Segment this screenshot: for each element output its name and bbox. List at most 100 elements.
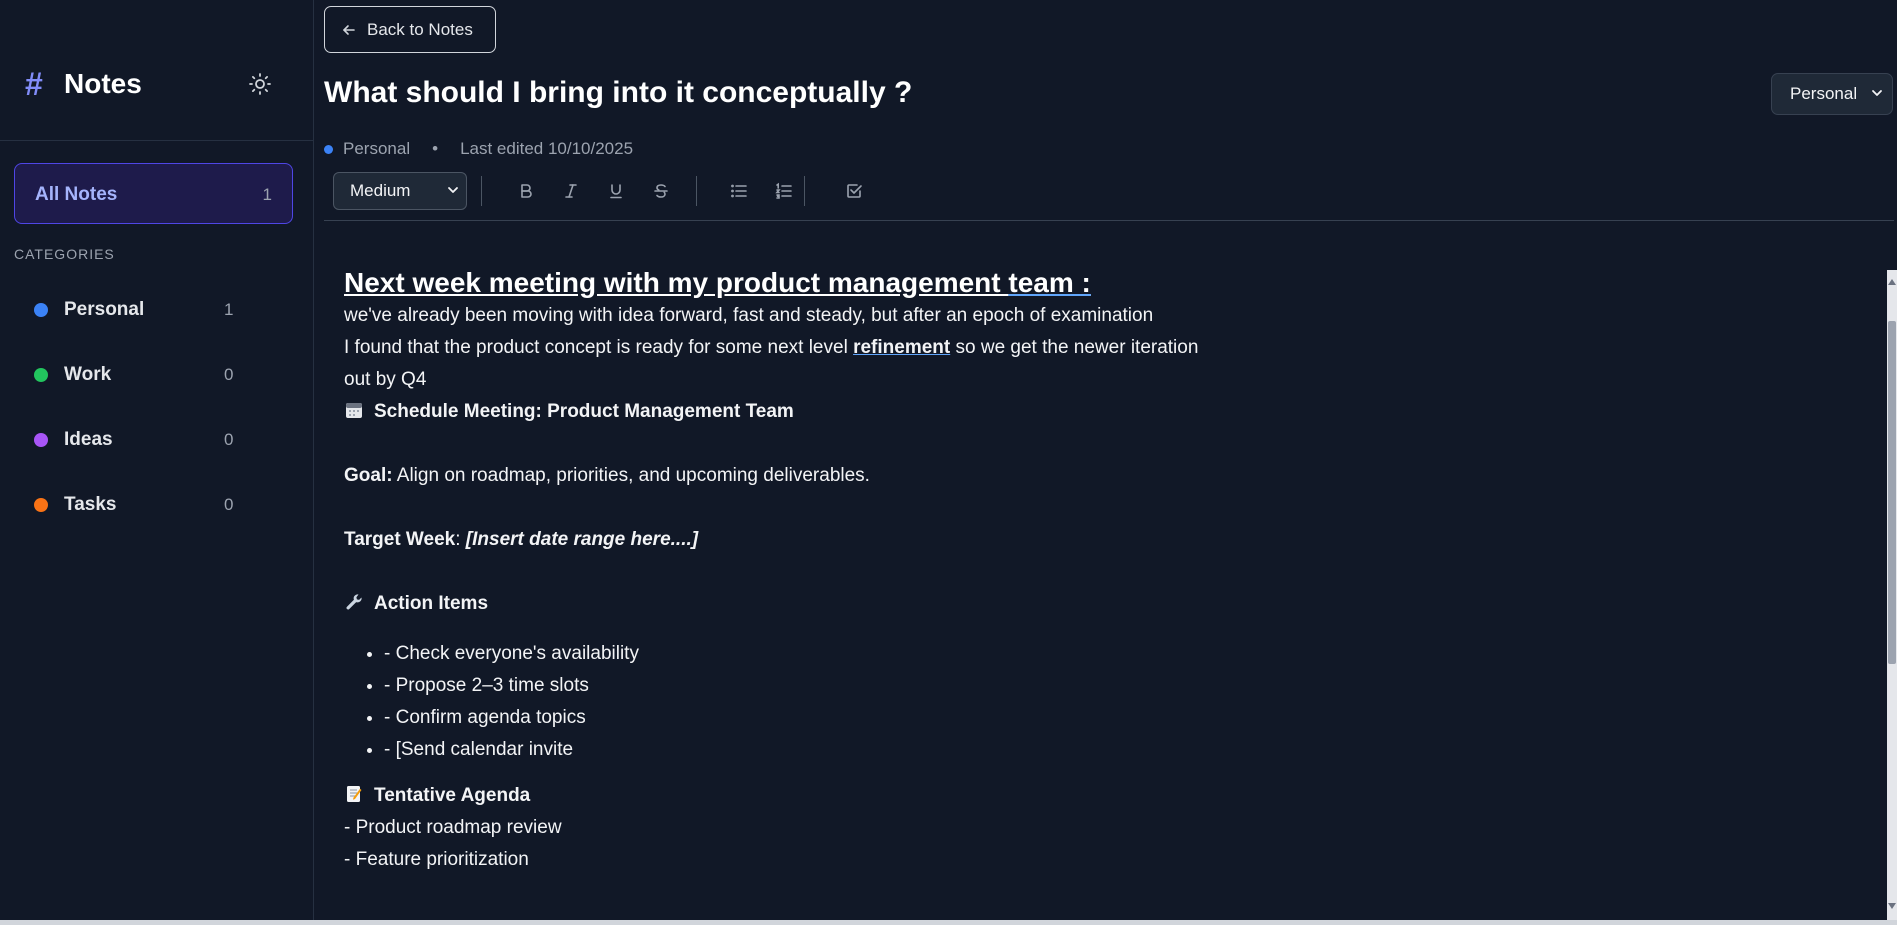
category-name: Personal bbox=[64, 299, 145, 320]
note-content-editor[interactable]: Next week meeting with my product manage… bbox=[324, 228, 1894, 920]
sun-icon bbox=[249, 73, 271, 95]
brand-header: # Notes bbox=[0, 0, 314, 141]
paragraph: out by Q4 bbox=[344, 369, 427, 390]
underline-icon bbox=[610, 184, 622, 199]
categories-heading: CATEGORIES bbox=[14, 246, 115, 262]
sidebar-item-work[interactable]: Work 0 bbox=[14, 350, 244, 400]
strikethrough-button[interactable] bbox=[646, 177, 676, 205]
all-notes-label: All Notes bbox=[35, 184, 118, 205]
target-label: Target Week bbox=[344, 529, 456, 550]
bold-button[interactable] bbox=[511, 177, 541, 205]
italic-button[interactable] bbox=[556, 177, 586, 205]
category-count: 0 bbox=[224, 365, 234, 384]
toolbar-divider bbox=[804, 176, 805, 206]
sidebar: # Notes All Notes 1 CATEGORIES Personal … bbox=[0, 0, 314, 920]
note-meta: Personal • Last edited 10/10/2025 bbox=[324, 139, 633, 159]
wrench-icon bbox=[346, 594, 362, 610]
sidebar-item-all-notes[interactable]: All Notes 1 bbox=[14, 163, 293, 224]
theme-toggle-button[interactable] bbox=[246, 70, 274, 98]
category-name: Work bbox=[64, 364, 112, 385]
category-dot bbox=[34, 368, 48, 382]
schedule-text: Schedule Meeting: Product Management Tea… bbox=[374, 401, 794, 422]
target-value: [Insert date range here....] bbox=[465, 529, 699, 550]
font-size-value: Medium bbox=[350, 181, 411, 200]
category-name: Ideas bbox=[64, 429, 113, 450]
checkbox-icon bbox=[847, 184, 862, 198]
target-colon: : bbox=[455, 529, 466, 550]
paragraph: we've already been moving with idea forw… bbox=[344, 305, 1154, 326]
goal-label: Goal: bbox=[344, 465, 393, 486]
sidebar-item-tasks[interactable]: Tasks 0 bbox=[14, 480, 244, 530]
memo-icon bbox=[347, 786, 362, 802]
agenda-heading: Tentative Agenda bbox=[344, 780, 1344, 812]
category-name: Tasks bbox=[64, 494, 117, 515]
schedule-line: Schedule Meeting: Product Management Tea… bbox=[344, 396, 1344, 428]
category-dot bbox=[34, 433, 48, 447]
target-line: Target Week: [Insert date range here....… bbox=[344, 524, 1344, 556]
sidebar-item-personal[interactable]: Personal 1 bbox=[14, 285, 244, 335]
italic-icon bbox=[565, 184, 577, 198]
action-heading: Action Items bbox=[344, 588, 1344, 620]
scroll-up-arrow-icon[interactable] bbox=[1888, 276, 1896, 288]
paragraph: I found that the product concept is read… bbox=[344, 332, 1344, 364]
list-item: - Confirm agenda topics bbox=[384, 702, 1344, 734]
category-select-value: Personal bbox=[1790, 84, 1858, 103]
hash-logo-icon: # bbox=[25, 66, 43, 102]
toolbar-divider bbox=[481, 176, 482, 206]
agenda-item: - Feature prioritization bbox=[344, 849, 529, 870]
category-count: 0 bbox=[224, 495, 234, 514]
note-title[interactable]: What should I bring into it conceptually… bbox=[324, 76, 912, 110]
scroll-down-arrow-icon[interactable] bbox=[1888, 900, 1896, 912]
category-count: 0 bbox=[224, 430, 234, 449]
paragraph-text: so we get the newer iteration bbox=[950, 337, 1199, 358]
strikethrough-icon bbox=[654, 184, 668, 198]
action-heading-text: Action Items bbox=[374, 593, 489, 614]
scrollbar-thumb[interactable] bbox=[1888, 321, 1896, 664]
numbered-list-button[interactable] bbox=[769, 177, 799, 205]
list-item: - Check everyone's availability bbox=[384, 638, 1344, 670]
note-heading: Next week meeting with my product manage… bbox=[344, 266, 1344, 300]
goal-line: Goal: Align on roadmap, priorities, and … bbox=[344, 460, 1344, 492]
font-size-select[interactable]: Medium bbox=[333, 172, 467, 210]
back-to-notes-button[interactable]: Back to Notes bbox=[324, 6, 496, 53]
toolbar-divider bbox=[696, 176, 697, 206]
agenda-item: - Product roadmap review bbox=[344, 817, 562, 838]
category-dot bbox=[34, 303, 48, 317]
meta-category: Personal bbox=[343, 139, 411, 158]
format-toolbar: Medium bbox=[324, 172, 1894, 221]
paragraph-text: I found that the product concept is read… bbox=[344, 337, 854, 358]
goal-text: Align on roadmap, priorities, and upcomi… bbox=[392, 465, 870, 486]
list-item: - Propose 2–3 time slots bbox=[384, 670, 1344, 702]
category-dot bbox=[324, 144, 333, 154]
heading-text-spellcheck: team : bbox=[1008, 267, 1091, 298]
refinement-link[interactable]: refinement bbox=[853, 337, 950, 358]
checklist-button[interactable] bbox=[839, 177, 869, 205]
numbered-list-icon bbox=[775, 182, 792, 199]
all-notes-count: 1 bbox=[262, 185, 272, 204]
action-list: - Check everyone's availability - Propos… bbox=[384, 638, 1344, 766]
calendar-icon bbox=[346, 403, 362, 418]
bullet-list-icon bbox=[731, 184, 747, 198]
chevron-down-icon bbox=[448, 187, 458, 193]
window-bottom-edge bbox=[0, 920, 1897, 925]
app-title: Notes bbox=[64, 68, 142, 99]
sidebar-item-ideas[interactable]: Ideas 0 bbox=[14, 415, 244, 465]
category-dot bbox=[34, 498, 48, 512]
bullet-list-button[interactable] bbox=[724, 177, 754, 205]
agenda-heading-text: Tentative Agenda bbox=[374, 785, 531, 806]
last-edited: Last edited 10/10/2025 bbox=[460, 139, 634, 158]
category-select[interactable]: Personal bbox=[1771, 73, 1893, 115]
meta-separator: • bbox=[432, 139, 439, 158]
arrow-left-icon bbox=[343, 24, 355, 35]
list-item: - [Send calendar invite bbox=[384, 734, 1344, 766]
bold-icon bbox=[521, 184, 532, 198]
chevron-down-icon bbox=[1872, 90, 1882, 96]
category-count: 1 bbox=[224, 300, 234, 319]
underline-button[interactable] bbox=[601, 177, 631, 205]
back-label: Back to Notes bbox=[367, 19, 473, 39]
heading-text: Next week meeting with my product manage… bbox=[344, 267, 1009, 298]
note-body[interactable]: Next week meeting with my product manage… bbox=[344, 266, 1344, 876]
